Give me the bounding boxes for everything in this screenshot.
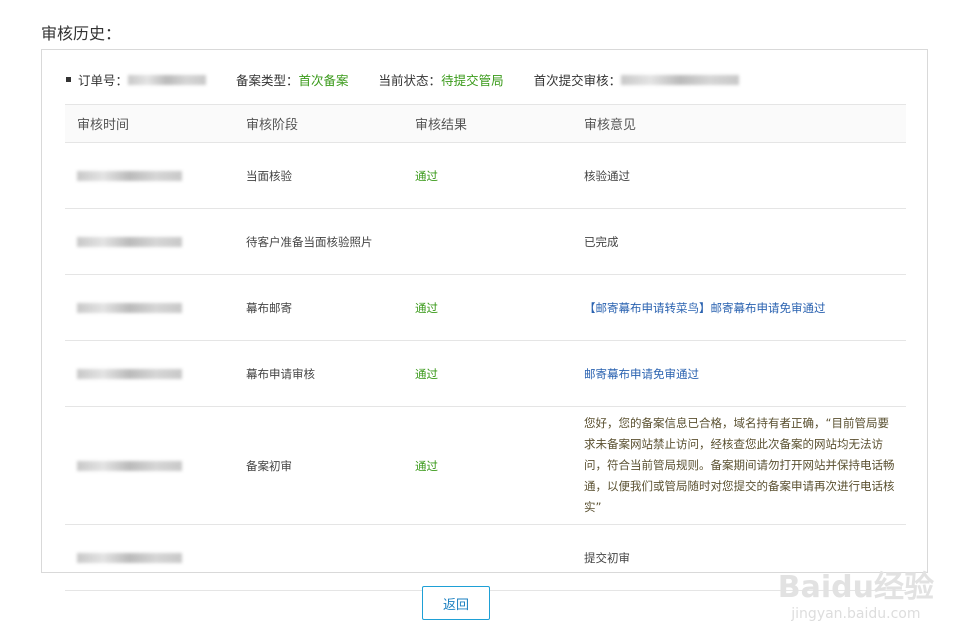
first-submit-time-blurred: [621, 74, 740, 85]
result-cell: 通过: [403, 142, 572, 209]
table-row: 幕布邮寄 通过 【邮寄幕布申请转菜鸟】邮寄幕布申请免审通过: [65, 274, 906, 341]
time-cell: [65, 274, 234, 341]
order-info: 订单号： 备案类型： 首次备案 当前状态： 待提交管局 首次提交审核：: [66, 70, 740, 89]
result-cell: [403, 524, 572, 591]
order-label: 订单号：: [78, 73, 129, 88]
comment-cell: 邮寄幕布申请免审通过: [572, 340, 906, 407]
time-cell: [65, 142, 234, 209]
result-cell: 通过: [403, 274, 572, 341]
review-table: 审核时间 审核阶段 审核结果 审核意见 当面核验 通过 核验通过 待客户准备当面…: [65, 104, 906, 591]
table-row: 当面核验 通过 核验通过: [65, 142, 906, 209]
first-submit-label: 首次提交审核：: [533, 73, 622, 88]
watermark: Baidu经验 jingyan.baidu.com: [778, 562, 934, 622]
stage-cell: 当面核验: [234, 142, 403, 209]
header-result: 审核结果: [403, 104, 572, 143]
time-cell: [65, 208, 234, 275]
stage-cell: 幕布申请审核: [234, 340, 403, 407]
bullet-icon: [66, 77, 71, 82]
table-row: 幕布申请审核 通过 邮寄幕布申请免审通过: [65, 340, 906, 407]
stage-cell: 幕布邮寄: [234, 274, 403, 341]
time-blurred: [77, 303, 182, 313]
type-value: 首次备案: [298, 73, 349, 88]
result-cell: 通过: [403, 406, 572, 525]
time-blurred: [77, 237, 182, 247]
table-row: 待客户准备当面核验照片 已完成: [65, 208, 906, 275]
back-button[interactable]: 返回: [422, 586, 490, 620]
result-cell: [403, 208, 572, 275]
time-blurred: [77, 369, 182, 379]
time-cell: [65, 406, 234, 525]
table-row: 备案初审 通过 您好，您的备案信息已合格，域名持有者正确，“目前管局要求未备案网…: [65, 406, 906, 525]
comment-cell: 已完成: [572, 208, 906, 275]
stage-cell: [234, 524, 403, 591]
time-blurred: [77, 461, 182, 471]
status-value: 待提交管局: [441, 73, 504, 88]
stage-cell: 备案初审: [234, 406, 403, 525]
header-time: 审核时间: [65, 104, 234, 143]
time-cell: [65, 340, 234, 407]
time-blurred: [77, 171, 182, 181]
time-cell: [65, 524, 234, 591]
header-stage: 审核阶段: [234, 104, 403, 143]
type-label: 备案类型：: [236, 73, 299, 88]
watermark-url: jingyan.baidu.com: [791, 606, 921, 622]
comment-cell: 【邮寄幕布申请转菜鸟】邮寄幕布申请免审通过: [572, 274, 906, 341]
comment-cell: 核验通过: [572, 142, 906, 209]
order-number-blurred: [128, 74, 207, 85]
comment-cell: 您好，您的备案信息已合格，域名持有者正确，“目前管局要求未备案网站禁止访问，经核…: [572, 406, 906, 525]
stage-cell: 待客户准备当面核验照片: [234, 208, 403, 275]
header-comment: 审核意见: [572, 104, 906, 143]
status-label: 当前状态：: [378, 73, 442, 88]
watermark-logo: Baidu经验: [777, 570, 934, 605]
result-cell: 通过: [403, 340, 572, 407]
time-blurred: [77, 553, 182, 563]
page-title: 审核历史：: [41, 24, 122, 43]
